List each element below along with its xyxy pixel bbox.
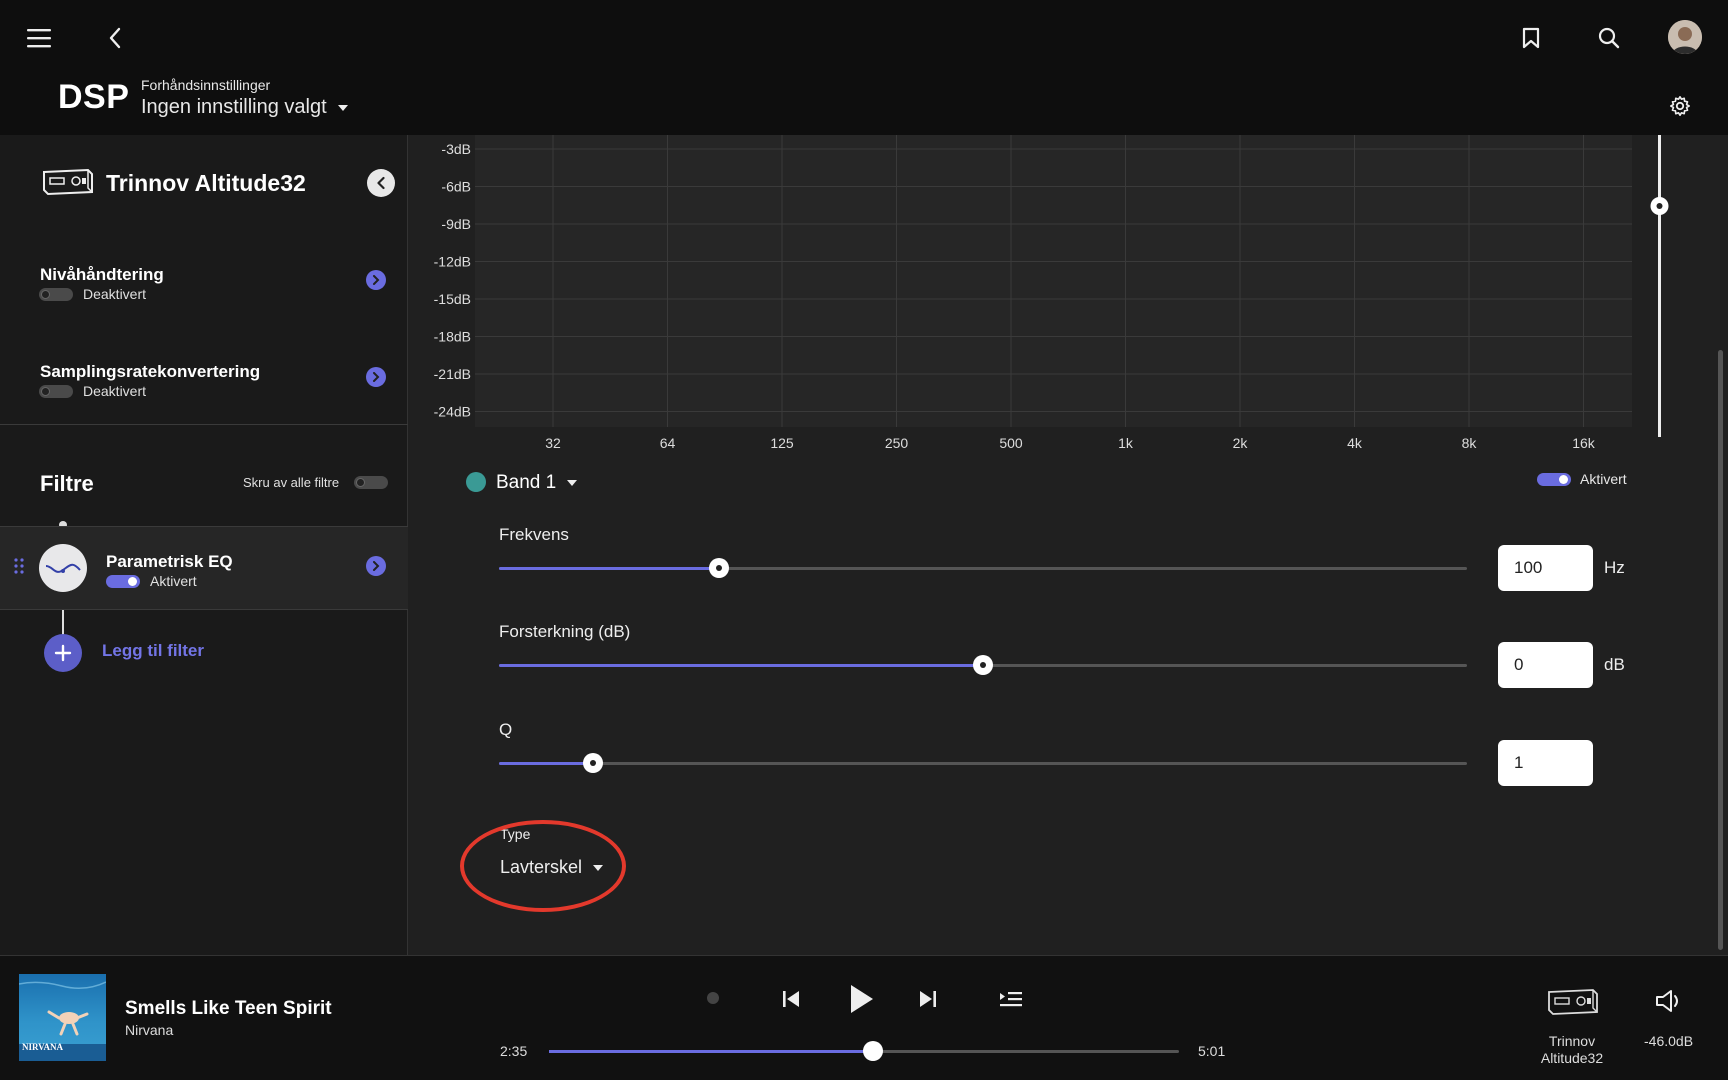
- chart-x-tick-label: 125: [770, 435, 794, 451]
- chart-x-tick-label: 32: [545, 435, 561, 451]
- chart-y-tick-label: -18dB: [434, 329, 471, 345]
- gain-slider-fill: [499, 664, 983, 667]
- samplerate-toggle[interactable]: [39, 385, 73, 398]
- chart-y-tick-label: -12dB: [434, 254, 471, 270]
- chart-x-tick-label: 8k: [1462, 435, 1478, 451]
- chevron-down-icon: [337, 104, 349, 112]
- frequency-label: Frekvens: [499, 525, 569, 544]
- frequency-unit: Hz: [1604, 558, 1625, 577]
- band-color-dot: [466, 472, 486, 492]
- chevron-down-icon: [566, 479, 578, 487]
- gain-unit: dB: [1604, 655, 1625, 674]
- chart-x-tick-label: 2k: [1233, 435, 1249, 451]
- parametric-eq-icon: [39, 544, 87, 592]
- output-device-name[interactable]: Trinnov Altitude32: [1522, 1033, 1622, 1067]
- samplerate-open-button[interactable]: [366, 367, 386, 387]
- user-avatar[interactable]: [1668, 20, 1702, 54]
- volume-icon[interactable]: [1652, 986, 1686, 1016]
- add-filter-label[interactable]: Legg til filter: [102, 641, 204, 661]
- q-slider-fill: [499, 762, 593, 765]
- device-name: Trinnov Altitude32: [106, 170, 306, 196]
- track-title[interactable]: Smells Like Teen Spirit: [125, 998, 332, 1020]
- filters-all-label: Skru av alle filtre: [243, 475, 340, 490]
- gain-label: Forsterkning (dB): [499, 622, 631, 641]
- sidebar-item-level-title: Nivåhåndtering: [40, 265, 164, 284]
- gain-slider[interactable]: [499, 655, 1467, 675]
- samplerate-status: Deaktivert: [83, 383, 147, 399]
- add-filter-button[interactable]: [44, 634, 82, 672]
- chart-y-tick-label: -15dB: [434, 291, 471, 307]
- next-track-icon[interactable]: [913, 984, 943, 1014]
- level-open-button[interactable]: [366, 270, 386, 290]
- band-dropdown[interactable]: Band 1: [496, 472, 578, 494]
- preset-value: Ingen innstilling valgt: [141, 96, 327, 118]
- page-title: DSP: [58, 78, 130, 116]
- q-label: Q: [499, 720, 513, 739]
- track-artist[interactable]: Nirvana: [125, 1022, 173, 1038]
- chart-y-tick-label: -6dB: [441, 179, 471, 195]
- playback-progress-fill: [549, 1050, 874, 1053]
- annotation-circle: [460, 820, 626, 912]
- drag-handle-icon[interactable]: [14, 558, 24, 574]
- q-slider-thumb[interactable]: [582, 753, 603, 773]
- bookmark-icon[interactable]: [1516, 24, 1546, 52]
- shuffle-indicator-icon[interactable]: [707, 992, 719, 1004]
- chart-y-tick-label: -24dB: [434, 404, 471, 420]
- chart-x-tick-label: 4k: [1347, 435, 1363, 451]
- chart-x-tick-label: 64: [660, 435, 676, 451]
- search-icon[interactable]: [1594, 24, 1624, 52]
- playback-progress[interactable]: [549, 1041, 1179, 1061]
- time-total: 5:01: [1198, 1043, 1226, 1059]
- gear-icon[interactable]: [1666, 92, 1694, 120]
- menu-icon[interactable]: [24, 24, 54, 52]
- band-toggle[interactable]: [1537, 473, 1571, 486]
- album-art-text: NIRVANA: [22, 1042, 64, 1052]
- level-status: Deaktivert: [83, 286, 147, 302]
- frequency-slider-thumb[interactable]: [708, 558, 729, 578]
- time-current: 2:35: [500, 1043, 528, 1059]
- play-icon[interactable]: [843, 980, 879, 1018]
- chart-level-track: [1658, 135, 1661, 437]
- band-enabled-label: Aktivert: [1580, 471, 1627, 487]
- main-scrollbar[interactable]: [1718, 350, 1723, 950]
- album-art[interactable]: NIRVANA: [19, 974, 106, 1061]
- amplifier-icon: [40, 166, 96, 198]
- collapse-sidebar-button[interactable]: [367, 169, 395, 197]
- chart-x-tick-label: 16k: [1572, 435, 1596, 451]
- sidebar-divider: [0, 424, 408, 425]
- playback-progress-thumb[interactable]: [863, 1041, 884, 1061]
- filters-all-toggle[interactable]: [354, 476, 388, 489]
- chart-y-tick-label: -9dB: [441, 216, 471, 232]
- q-slider[interactable]: [499, 753, 1467, 773]
- queue-icon[interactable]: [996, 986, 1026, 1012]
- filter-toggle[interactable]: [106, 575, 140, 588]
- output-device-icon[interactable]: [1544, 984, 1602, 1020]
- filter-title: Parametrisk EQ: [106, 552, 233, 571]
- frequency-input[interactable]: [1498, 545, 1593, 591]
- preset-dropdown[interactable]: Ingen innstilling valgt: [141, 96, 349, 119]
- back-icon[interactable]: [100, 24, 130, 52]
- sidebar-item-samplerate-title: Samplingsratekonvertering: [40, 362, 261, 381]
- q-input[interactable]: [1498, 740, 1593, 786]
- chart-x-tick-label: 500: [999, 435, 1023, 451]
- chart-x-tick-label: 250: [885, 435, 909, 451]
- filter-open-button[interactable]: [366, 556, 386, 576]
- chart-y-tick-label: -21dB: [434, 366, 471, 382]
- level-toggle[interactable]: [39, 288, 73, 301]
- chart-y-tick-label: -3dB: [441, 141, 471, 157]
- filter-status: Aktivert: [150, 573, 197, 589]
- frequency-slider[interactable]: [499, 558, 1467, 578]
- frequency-slider-fill: [499, 567, 719, 570]
- previous-track-icon[interactable]: [776, 984, 806, 1014]
- band-name: Band 1: [496, 472, 557, 493]
- chart-x-tick-label: 1k: [1118, 435, 1134, 451]
- filters-title: Filtre: [40, 471, 94, 496]
- chart-plot-area: [475, 135, 1632, 427]
- volume-value: -46.0dB: [1644, 1033, 1694, 1049]
- preset-label: Forhåndsinnstillinger: [141, 77, 271, 93]
- gain-slider-thumb[interactable]: [973, 655, 993, 675]
- gain-input[interactable]: [1498, 642, 1593, 688]
- eq-chart[interactable]: -3dB -6dB -9dB -12dB -15dB -18dB -21dB -24dB 32…: [409, 135, 1728, 455]
